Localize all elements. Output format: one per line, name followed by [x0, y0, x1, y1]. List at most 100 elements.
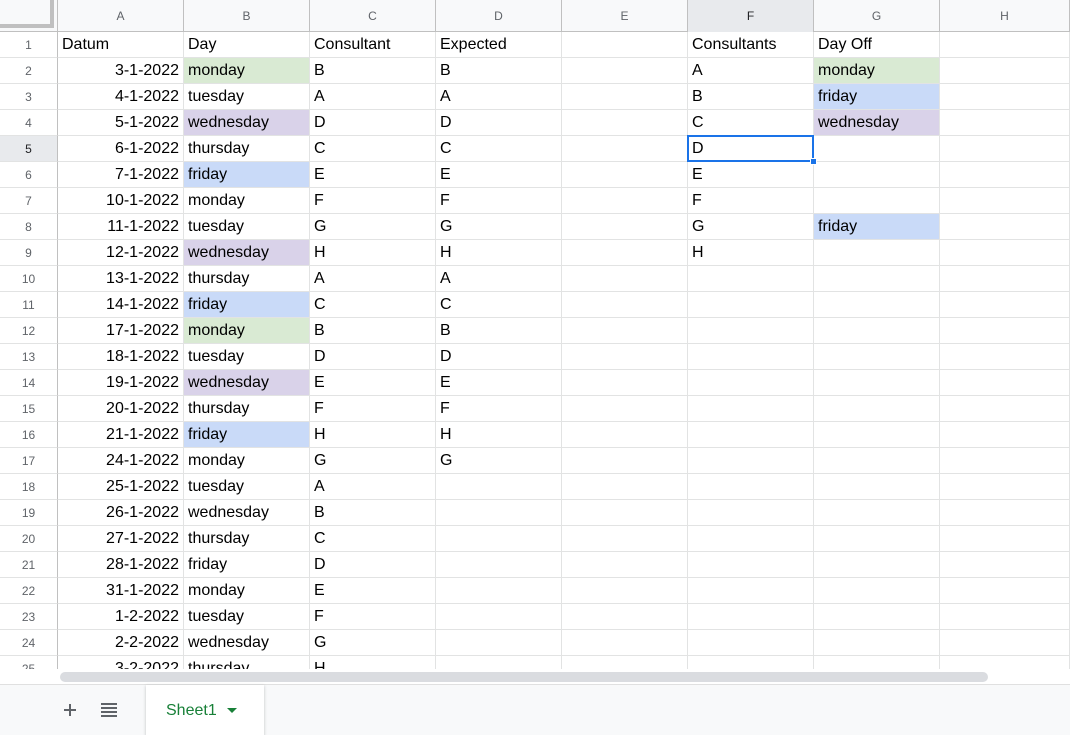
cell-h21[interactable]	[940, 552, 1070, 578]
cell-e13[interactable]	[562, 344, 688, 370]
cell-b9[interactable]: wednesday	[184, 240, 310, 266]
cell-c12[interactable]: B	[310, 318, 436, 344]
cell-h11[interactable]	[940, 292, 1070, 318]
cell-h6[interactable]	[940, 162, 1070, 188]
row-header-9[interactable]: 9	[0, 240, 58, 266]
cell-g4[interactable]: wednesday	[814, 110, 940, 136]
cell-e19[interactable]	[562, 500, 688, 526]
cell-a21[interactable]: 28-1-2022	[58, 552, 184, 578]
cell-e15[interactable]	[562, 396, 688, 422]
cell-d21[interactable]	[436, 552, 562, 578]
cell-h15[interactable]	[940, 396, 1070, 422]
cell-c9[interactable]: H	[310, 240, 436, 266]
cell-c20[interactable]: C	[310, 526, 436, 552]
cell-d16[interactable]: H	[436, 422, 562, 448]
row-header-6[interactable]: 6	[0, 162, 58, 188]
cell-a7[interactable]: 10-1-2022	[58, 188, 184, 214]
cell-c16[interactable]: H	[310, 422, 436, 448]
cell-f22[interactable]	[688, 578, 814, 604]
cell-f12[interactable]	[688, 318, 814, 344]
cell-b10[interactable]: thursday	[184, 266, 310, 292]
cell-e20[interactable]	[562, 526, 688, 552]
cell-b7[interactable]: monday	[184, 188, 310, 214]
column-header-g[interactable]: G	[814, 0, 940, 32]
column-header-h[interactable]: H	[940, 0, 1070, 32]
row-header-14[interactable]: 14	[0, 370, 58, 396]
cell-f3[interactable]: B	[688, 84, 814, 110]
cell-c21[interactable]: D	[310, 552, 436, 578]
cell-h14[interactable]	[940, 370, 1070, 396]
row-header-1[interactable]: 1	[0, 32, 58, 58]
cell-a1[interactable]: Datum	[58, 32, 184, 58]
cell-a18[interactable]: 25-1-2022	[58, 474, 184, 500]
sheet-tab-sheet1[interactable]: Sheet1	[146, 685, 264, 735]
column-header-f[interactable]: F	[688, 0, 814, 32]
cell-c25[interactable]: H	[310, 656, 436, 669]
cell-g23[interactable]	[814, 604, 940, 630]
cell-b21[interactable]: friday	[184, 552, 310, 578]
cell-h16[interactable]	[940, 422, 1070, 448]
cell-b25[interactable]: thursday	[184, 656, 310, 669]
cell-d4[interactable]: D	[436, 110, 562, 136]
cell-e10[interactable]	[562, 266, 688, 292]
cell-a22[interactable]: 31-1-2022	[58, 578, 184, 604]
cell-a9[interactable]: 12-1-2022	[58, 240, 184, 266]
cell-g8[interactable]: friday	[814, 214, 940, 240]
cell-h20[interactable]	[940, 526, 1070, 552]
cell-a4[interactable]: 5-1-2022	[58, 110, 184, 136]
cell-e21[interactable]	[562, 552, 688, 578]
cell-d9[interactable]: H	[436, 240, 562, 266]
cell-a23[interactable]: 1-2-2022	[58, 604, 184, 630]
cell-g22[interactable]	[814, 578, 940, 604]
cell-c14[interactable]: E	[310, 370, 436, 396]
cell-g1[interactable]: Day Off	[814, 32, 940, 58]
cell-f17[interactable]	[688, 448, 814, 474]
row-header-21[interactable]: 21	[0, 552, 58, 578]
cell-d19[interactable]	[436, 500, 562, 526]
cell-g11[interactable]	[814, 292, 940, 318]
cell-g14[interactable]	[814, 370, 940, 396]
cell-f4[interactable]: C	[688, 110, 814, 136]
cell-b12[interactable]: monday	[184, 318, 310, 344]
cell-d15[interactable]: F	[436, 396, 562, 422]
cell-c17[interactable]: G	[310, 448, 436, 474]
cell-d13[interactable]: D	[436, 344, 562, 370]
cell-d22[interactable]	[436, 578, 562, 604]
row-header-19[interactable]: 19	[0, 500, 58, 526]
cell-b14[interactable]: wednesday	[184, 370, 310, 396]
cell-e7[interactable]	[562, 188, 688, 214]
cell-c5[interactable]: C	[310, 136, 436, 162]
cell-g10[interactable]	[814, 266, 940, 292]
cell-c18[interactable]: A	[310, 474, 436, 500]
cell-g16[interactable]	[814, 422, 940, 448]
cell-h4[interactable]	[940, 110, 1070, 136]
cell-f19[interactable]	[688, 500, 814, 526]
cell-f14[interactable]	[688, 370, 814, 396]
cell-h3[interactable]	[940, 84, 1070, 110]
cell-e3[interactable]	[562, 84, 688, 110]
cell-a13[interactable]: 18-1-2022	[58, 344, 184, 370]
cell-d10[interactable]: A	[436, 266, 562, 292]
cell-g20[interactable]	[814, 526, 940, 552]
cell-f5[interactable]: D	[688, 136, 814, 162]
cell-a8[interactable]: 11-1-2022	[58, 214, 184, 240]
cell-f11[interactable]	[688, 292, 814, 318]
cell-g18[interactable]	[814, 474, 940, 500]
cell-h19[interactable]	[940, 500, 1070, 526]
cell-g5[interactable]	[814, 136, 940, 162]
cell-f2[interactable]: A	[688, 58, 814, 84]
cell-b24[interactable]: wednesday	[184, 630, 310, 656]
cell-g12[interactable]	[814, 318, 940, 344]
cell-e9[interactable]	[562, 240, 688, 266]
cell-a15[interactable]: 20-1-2022	[58, 396, 184, 422]
cell-f9[interactable]: H	[688, 240, 814, 266]
cell-h10[interactable]	[940, 266, 1070, 292]
cell-e6[interactable]	[562, 162, 688, 188]
cell-f15[interactable]	[688, 396, 814, 422]
cell-c3[interactable]: A	[310, 84, 436, 110]
row-header-2[interactable]: 2	[0, 58, 58, 84]
cell-g2[interactable]: monday	[814, 58, 940, 84]
cell-g25[interactable]	[814, 656, 940, 669]
cell-b13[interactable]: tuesday	[184, 344, 310, 370]
cell-e16[interactable]	[562, 422, 688, 448]
